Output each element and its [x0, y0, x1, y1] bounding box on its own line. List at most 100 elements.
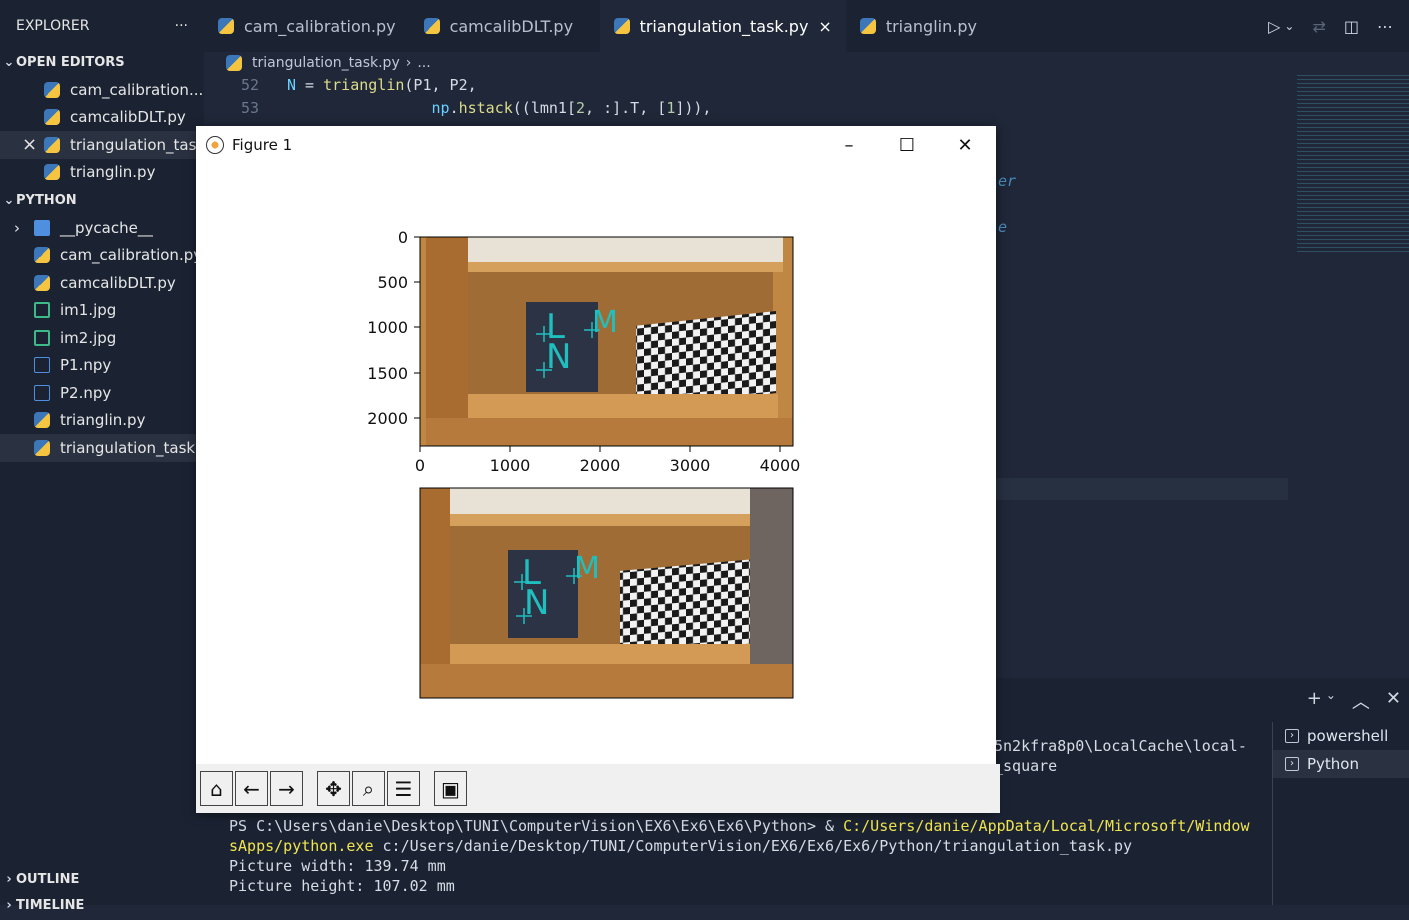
- file-item[interactable]: im1.jpg: [0, 297, 204, 325]
- open-editor-label: trianglin.py: [70, 163, 156, 182]
- python-icon: [34, 247, 50, 264]
- timeline-section[interactable]: › TIMELINE: [0, 892, 84, 920]
- tab-camcalibdlt[interactable]: camcalibDLT.py: [410, 0, 600, 52]
- chevron-right-icon: ›: [6, 872, 12, 888]
- terminal-item-powershell[interactable]: › powershell: [1273, 722, 1409, 750]
- chevron-down-icon[interactable]: ⌄: [1326, 688, 1336, 714]
- terminal-line: _square: [994, 757, 1058, 775]
- file-item-pycache[interactable]: › __pycache__: [0, 214, 204, 242]
- tab-label: trianglin.py: [885, 16, 977, 36]
- floppy-icon: ▣: [441, 776, 460, 801]
- chevron-down-icon[interactable]: ⌄: [1284, 19, 1294, 33]
- python-icon: [44, 164, 60, 181]
- add-terminal-icon[interactable]: +: [1307, 688, 1322, 714]
- figure-canvas[interactable]: L M N 0 500 1000 1500 2000 0 1000 2000 3…: [196, 164, 996, 764]
- code-token: 1: [666, 99, 676, 117]
- home-button[interactable]: ⌂: [200, 771, 233, 806]
- editor-tab-bar: cam_calibration.py camcalibDLT.py triang…: [204, 0, 1409, 52]
- breadcrumb-symbol[interactable]: ...: [417, 55, 430, 71]
- open-editor-label: camcalibDLT.py: [70, 108, 186, 127]
- terminal-item-python[interactable]: › Python: [1273, 750, 1409, 778]
- file-label: P1.npy: [60, 356, 112, 375]
- outline-section[interactable]: › OUTLINE: [0, 866, 79, 894]
- file-label: P2.npy: [60, 383, 112, 402]
- pan-button[interactable]: ✥: [317, 771, 350, 806]
- open-editor-item[interactable]: camcalibDLT.py: [0, 104, 204, 132]
- file-label: __pycache__: [60, 218, 153, 237]
- file-item[interactable]: cam_calibration.py: [0, 242, 204, 270]
- annotation-n: N: [546, 337, 571, 377]
- annotation-n: N: [524, 583, 549, 623]
- editor-actions: ▷ ⌄ ⇄ ◫ ⋯: [1268, 0, 1409, 52]
- close-icon[interactable]: ×: [22, 134, 37, 155]
- code-fragment: e: [998, 218, 1008, 236]
- save-button[interactable]: ▣: [434, 771, 467, 806]
- file-item-selected[interactable]: triangulation_task...: [0, 434, 204, 462]
- python-icon: [218, 18, 234, 34]
- maximize-button[interactable]: ☐: [878, 126, 936, 164]
- back-button[interactable]: ←: [235, 771, 268, 806]
- file-item[interactable]: trianglin.py: [0, 407, 204, 435]
- open-editor-label: triangulation_tas...: [70, 135, 204, 154]
- close-tab-icon[interactable]: ×: [818, 17, 831, 36]
- file-icon: [34, 357, 50, 374]
- file-item[interactable]: P2.npy: [0, 379, 204, 407]
- file-item[interactable]: camcalibDLT.py: [0, 269, 204, 297]
- zoom-button[interactable]: ⌕: [352, 771, 385, 806]
- code-token: =: [296, 76, 324, 94]
- python-icon: [226, 55, 242, 71]
- terminal-line: PS C:\Users\danie\Desktop\TUNI\ComputerV…: [229, 817, 1249, 835]
- panel-actions: + ⌄ ︿ ✕: [1307, 688, 1401, 714]
- folder-title: PYTHON: [16, 192, 77, 208]
- code-token: 2: [576, 99, 586, 117]
- file-item[interactable]: im2.jpg: [0, 324, 204, 352]
- compare-icon[interactable]: ⇄: [1312, 17, 1325, 36]
- terminal-icon: ›: [1285, 729, 1299, 743]
- code-token: N: [287, 76, 297, 94]
- open-editor-item-active[interactable]: × triangulation_tas...: [0, 131, 204, 159]
- forward-button[interactable]: →: [270, 771, 303, 806]
- breadcrumb-file[interactable]: triangulation_task.py: [252, 55, 400, 71]
- configure-button[interactable]: ☰: [387, 771, 420, 806]
- terminal-exe: C:/Users/danie/AppData/Local/Microsoft/W…: [843, 817, 1250, 835]
- code-line-52[interactable]: 52 N = trianglin(P1, P2,: [204, 76, 477, 94]
- minimap[interactable]: [1297, 72, 1409, 252]
- magnifier-icon: ⌕: [362, 776, 375, 801]
- file-label: im1.jpg: [60, 301, 117, 320]
- close-button[interactable]: ✕: [936, 126, 994, 164]
- more-actions-icon[interactable]: ···: [175, 18, 188, 34]
- tab-label: camcalibDLT.py: [449, 16, 574, 36]
- open-editor-item[interactable]: trianglin.py: [0, 159, 204, 187]
- terminal-prompt: PS C:\Users\danie\Desktop\TUNI\ComputerV…: [229, 817, 844, 835]
- code-token: .: [449, 99, 459, 117]
- code-line-53[interactable]: 53 np.hstack((lmn1[2, :].T, [1])),: [204, 99, 712, 117]
- more-actions-icon[interactable]: ⋯: [1377, 17, 1393, 36]
- file-label: im2.jpg: [60, 328, 117, 347]
- close-panel-icon[interactable]: ✕: [1386, 688, 1401, 714]
- file-item[interactable]: P1.npy: [0, 352, 204, 380]
- terminal-icon: ›: [1285, 757, 1299, 771]
- tab-triangulation-task[interactable]: triangulation_task.py ×: [599, 0, 846, 52]
- run-icon[interactable]: ▷: [1268, 17, 1280, 36]
- folder-header[interactable]: ⌄ PYTHON: [0, 186, 204, 214]
- terminal-output: Picture width: 139.74 mm: [229, 857, 446, 875]
- file-label: cam_calibration.py: [60, 246, 203, 265]
- y-tick-label: 500: [377, 273, 408, 292]
- code-token: trianglin: [323, 76, 405, 94]
- open-editor-item[interactable]: cam_calibration....: [0, 76, 204, 104]
- split-editor-icon[interactable]: ◫: [1344, 17, 1359, 36]
- open-editors-header[interactable]: ⌄ OPEN EDITORS: [0, 52, 204, 72]
- tab-trianglin[interactable]: trianglin.py: [846, 0, 1026, 52]
- terminal-exe: sApps/python.exe: [229, 837, 374, 855]
- tab-cam-calibration[interactable]: cam_calibration.py: [204, 0, 410, 52]
- maximize-panel-icon[interactable]: ︿: [1352, 688, 1370, 714]
- open-editor-label: cam_calibration....: [70, 80, 204, 99]
- minimize-button[interactable]: –: [820, 126, 878, 164]
- explorer-header: EXPLORER ···: [0, 0, 204, 52]
- terminal-script: c:/Users/danie/Desktop/TUNI/ComputerVisi…: [373, 837, 1133, 855]
- line-number: 53: [240, 99, 259, 117]
- chevron-right-icon: ›: [405, 55, 412, 71]
- line-number: 52: [240, 76, 259, 94]
- x-tick-label: 3000: [670, 456, 711, 475]
- code-token: , :].T, [: [585, 99, 667, 117]
